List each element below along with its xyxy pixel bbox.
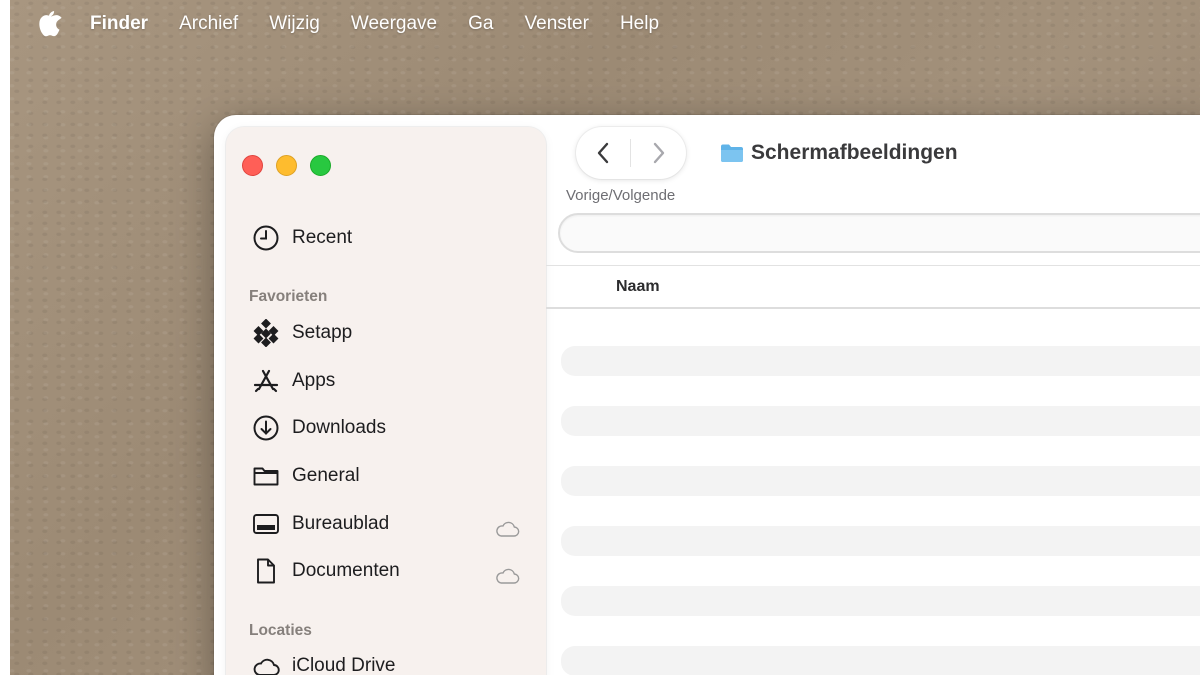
sidebar-item-apps[interactable]: Apps (252, 364, 335, 398)
menu-venster[interactable]: Venster (525, 13, 589, 35)
sidebar-heading-favorites: Favorieten (249, 288, 328, 305)
menu-bar: Finder Archief Wijzig Weergave Ga Venste… (0, 0, 1200, 48)
table-row[interactable] (561, 586, 1200, 616)
column-name[interactable]: Naam (616, 278, 660, 296)
sidebar-item-label: Downloads (292, 417, 386, 438)
sidebar-item-icloud-drive[interactable]: iCloud Drive (252, 649, 395, 675)
sidebar-item-label: Apps (292, 370, 336, 391)
sidebar-item-label: Documenten (292, 560, 400, 581)
sidebar-item-label: Bureaublad (292, 513, 390, 534)
sidebar-item-bureaublad[interactable]: Bureaublad (252, 507, 389, 541)
icloud-status-icon (496, 568, 520, 584)
menu-archief[interactable]: Archief (179, 13, 238, 35)
menu-weergave[interactable]: Weergave (351, 13, 437, 35)
sidebar-item-recent[interactable]: Recent (252, 221, 352, 255)
nav-divider (630, 139, 631, 167)
sidebar: Recent Favorieten Setapp Apps Downloads … (226, 127, 546, 675)
chevron-right-icon[interactable] (646, 141, 670, 165)
navigation-buttons (576, 127, 686, 179)
table-row[interactable] (561, 646, 1200, 675)
window-title: Schermafbeeldingen (720, 141, 958, 165)
sidebar-item-setapp[interactable]: Setapp (252, 316, 352, 350)
menu-ga[interactable]: Ga (468, 13, 493, 35)
apps-icon (253, 369, 279, 393)
icloud-status-icon (496, 521, 520, 537)
menu-wijzig[interactable]: Wijzig (269, 13, 320, 35)
zoom-button[interactable] (310, 155, 331, 176)
setapp-icon (253, 319, 279, 347)
close-button[interactable] (242, 155, 263, 176)
apple-logo-icon[interactable] (38, 11, 62, 37)
minimize-button[interactable] (276, 155, 297, 176)
screen-edge (0, 0, 10, 675)
sidebar-item-label: Recent (292, 227, 353, 248)
sidebar-item-label: Setapp (292, 322, 353, 343)
sidebar-item-downloads[interactable]: Downloads (252, 411, 386, 445)
chevron-left-icon[interactable] (592, 141, 616, 165)
table-row[interactable] (561, 526, 1200, 556)
sidebar-item-label: General (292, 465, 360, 486)
table-row[interactable] (561, 466, 1200, 496)
clock-icon (253, 225, 279, 251)
cloud-icon (253, 658, 280, 675)
list-column-header: Naam (546, 265, 1200, 309)
table-row[interactable] (561, 346, 1200, 376)
table-row[interactable] (561, 406, 1200, 436)
nav-caption: Vorige/Volgende (566, 187, 676, 204)
search-input[interactable] (558, 213, 1200, 253)
download-icon (253, 415, 279, 441)
sidebar-heading-locations: Locaties (249, 622, 312, 639)
finder-window: Recent Favorieten Setapp Apps Downloads … (214, 115, 1200, 675)
desktop-icon (253, 514, 279, 534)
menu-help[interactable]: Help (620, 13, 659, 35)
window-title-text: Schermafbeeldingen (751, 141, 958, 164)
document-icon (257, 558, 275, 584)
menu-app-name[interactable]: Finder (90, 13, 148, 35)
sidebar-item-label: iCloud Drive (292, 655, 396, 675)
sidebar-item-general[interactable]: General (252, 459, 360, 493)
folder-icon (253, 467, 279, 486)
sidebar-item-documenten[interactable]: Documenten (252, 554, 400, 588)
folder-icon (721, 144, 743, 162)
